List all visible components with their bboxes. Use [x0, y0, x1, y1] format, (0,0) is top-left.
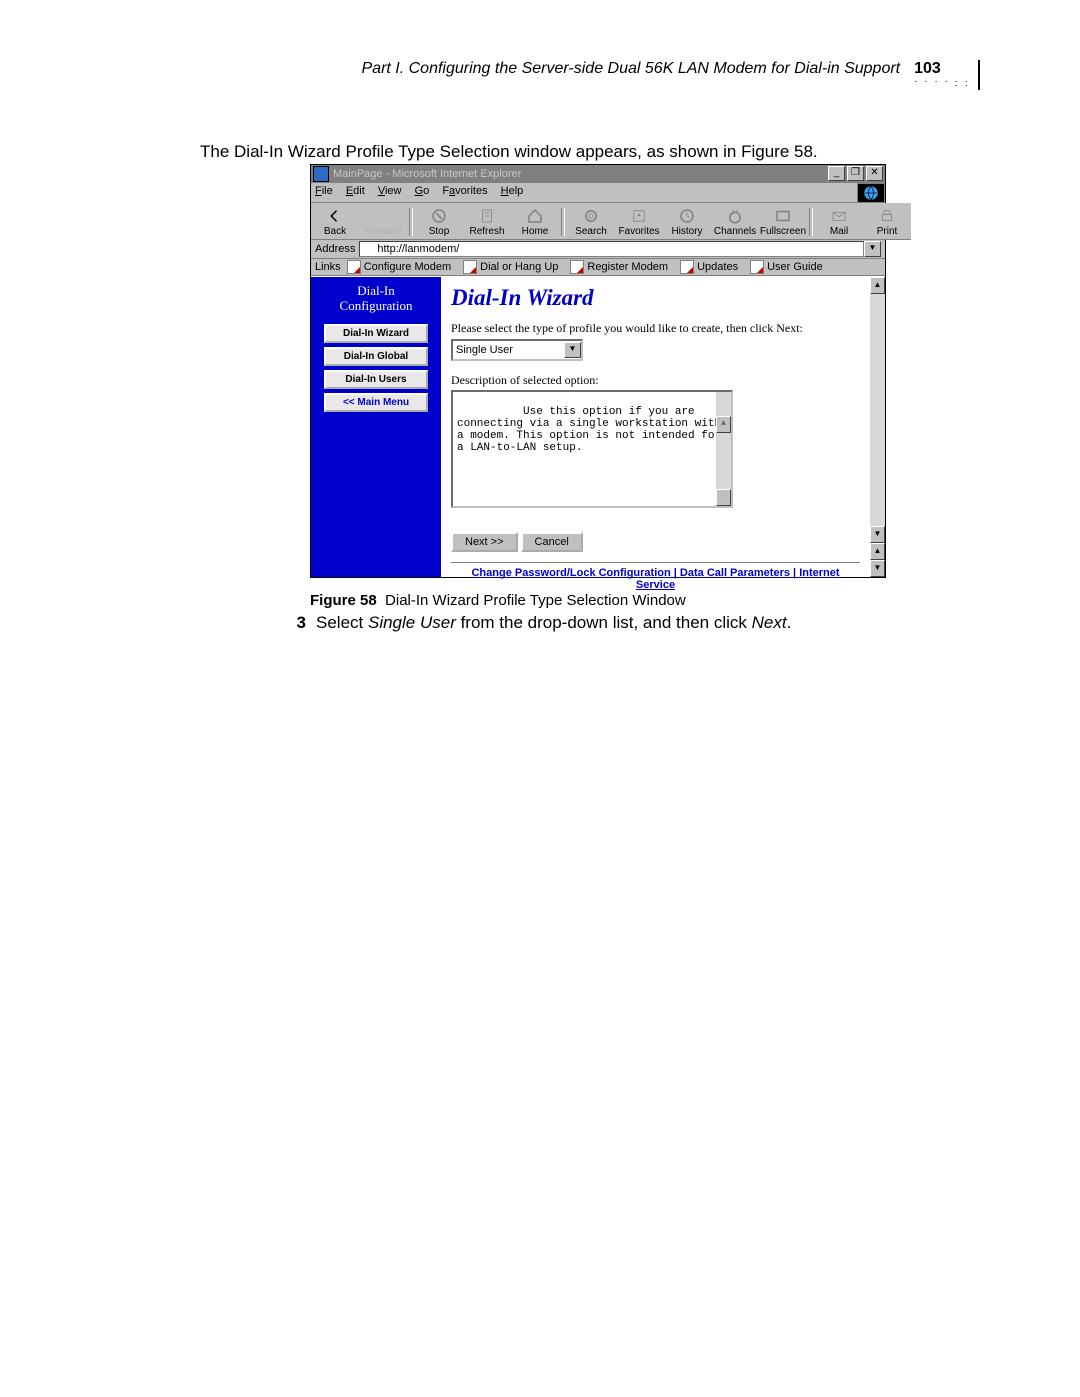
step-number: 3 — [290, 613, 306, 633]
next-button[interactable]: Next >> — [451, 532, 518, 552]
page-scrollbar[interactable]: ▲ ▼ ▲ ▼ — [870, 277, 885, 577]
history-icon — [677, 207, 697, 225]
menu-favorites[interactable]: Favorites — [442, 185, 487, 197]
link-updates[interactable]: Updates — [680, 260, 738, 274]
ie-logo-icon — [857, 183, 885, 203]
link-user-guide[interactable]: User Guide — [750, 260, 823, 274]
sidebar-title: Dial-InConfiguration — [311, 283, 441, 314]
mail-button[interactable]: Mail — [815, 205, 863, 239]
footer-link-password[interactable]: Change Password/Lock Configuration — [471, 567, 670, 579]
menu-go[interactable]: Go — [415, 185, 430, 197]
menu-edit[interactable]: Edit — [346, 185, 365, 197]
ie-app-icon — [313, 166, 329, 182]
scroll-up-icon[interactable]: ▲ — [870, 543, 885, 560]
window-title: MainPage - Microsoft Internet Explorer — [333, 168, 521, 180]
search-icon — [581, 207, 601, 225]
scroll-down-icon: ▼ — [716, 489, 731, 506]
scroll-down-icon[interactable]: ▼ — [870, 526, 885, 543]
minimize-button[interactable]: _ — [828, 166, 845, 181]
screenshot-window: MainPage - Microsoft Internet Explorer _… — [310, 164, 886, 578]
link-dial-hangup[interactable]: Dial or Hang Up — [463, 260, 558, 274]
stop-icon — [429, 207, 449, 225]
address-label: Address — [315, 243, 355, 255]
history-button[interactable]: History — [663, 205, 711, 239]
print-button[interactable]: Print — [863, 205, 911, 239]
desc-scrollbar[interactable]: ▲ ▼ — [716, 392, 731, 506]
sidebar: Dial-InConfiguration Dial-In Wizard Dial… — [311, 277, 441, 577]
intro-paragraph: The Dial-In Wizard Profile Type Selectio… — [200, 140, 980, 164]
sidebar-btn-wizard[interactable]: Dial-In Wizard — [324, 324, 428, 343]
close-button[interactable]: ✕ — [866, 166, 883, 181]
scroll-up-icon[interactable]: ▲ — [870, 277, 885, 294]
link-icon — [750, 260, 764, 274]
page-icon — [363, 243, 374, 254]
link-icon — [680, 260, 694, 274]
description-label: Description of selected option: — [451, 373, 860, 388]
channels-icon — [725, 207, 745, 225]
toolbar: Back Forward Stop Refresh Home Search Fa… — [311, 203, 911, 240]
cancel-button[interactable]: Cancel — [521, 532, 583, 552]
link-configure-modem[interactable]: Configure Modem — [347, 260, 451, 274]
menu-file[interactable]: File — [315, 185, 333, 197]
menu-view[interactable]: View — [378, 185, 402, 197]
forward-button: Forward — [359, 205, 407, 239]
menu-bar: File Edit View Go Favorites Help — [311, 183, 857, 203]
sidebar-btn-users[interactable]: Dial-In Users — [324, 370, 428, 389]
main-panel: Dial-In Wizard Please select the type of… — [441, 277, 870, 577]
link-icon — [463, 260, 477, 274]
description-text: Use this option if you are connecting vi… — [457, 406, 728, 454]
step-text: Select Single User from the drop-down li… — [316, 613, 791, 633]
sidebar-btn-global[interactable]: Dial-In Global — [324, 347, 428, 366]
refresh-button[interactable]: Refresh — [463, 205, 511, 239]
menu-help[interactable]: Help — [501, 185, 524, 197]
channels-button[interactable]: Channels — [711, 205, 759, 239]
prompt-text: Please select the type of profile you wo… — [451, 321, 860, 336]
window-titlebar: MainPage - Microsoft Internet Explorer _… — [311, 165, 885, 183]
description-textarea[interactable]: Use this option if you are connecting vi… — [451, 390, 733, 508]
address-field[interactable]: http://lanmodem/ — [359, 241, 864, 257]
mail-icon — [829, 207, 849, 225]
profile-type-select[interactable]: Single User ▼ — [451, 339, 583, 361]
fullscreen-button[interactable]: Fullscreen — [759, 205, 807, 239]
page-heading: Dial-In Wizard — [451, 285, 860, 311]
stop-button[interactable]: Stop — [415, 205, 463, 239]
sidebar-btn-main-menu[interactable]: << Main Menu — [324, 393, 428, 412]
link-icon — [570, 260, 584, 274]
search-button[interactable]: Search — [567, 205, 615, 239]
fullscreen-icon — [773, 207, 793, 225]
home-icon — [525, 207, 545, 225]
refresh-icon — [477, 207, 497, 225]
figure-label: Figure 58 — [310, 592, 377, 609]
back-arrow-icon — [325, 207, 345, 225]
header-dots-icon: · · · · · ·· · — [914, 80, 970, 88]
restore-button[interactable]: ❐ — [847, 166, 864, 181]
favorites-button[interactable]: Favorites — [615, 205, 663, 239]
forward-arrow-icon — [373, 207, 393, 225]
print-icon — [877, 207, 897, 225]
address-value: http://lanmodem/ — [377, 243, 459, 255]
link-register-modem[interactable]: Register Modem — [570, 260, 668, 274]
link-icon — [347, 260, 361, 274]
select-value: Single User — [456, 344, 513, 356]
home-button[interactable]: Home — [511, 205, 559, 239]
back-button[interactable]: Back — [311, 205, 359, 239]
figure-caption: Dial-In Wizard Profile Type Selection Wi… — [385, 592, 686, 609]
page-header-title: Part I. Configuring the Server-side Dual… — [362, 60, 901, 78]
select-dropdown-icon[interactable]: ▼ — [564, 342, 581, 358]
scroll-down-icon[interactable]: ▼ — [870, 560, 885, 577]
favorites-icon — [629, 207, 649, 225]
links-label: Links — [315, 261, 341, 273]
address-dropdown-icon[interactable]: ▼ — [864, 241, 881, 257]
scroll-up-icon[interactable]: ▲ — [716, 416, 731, 433]
footer-link-datacall[interactable]: Data Call Parameters — [680, 567, 790, 579]
